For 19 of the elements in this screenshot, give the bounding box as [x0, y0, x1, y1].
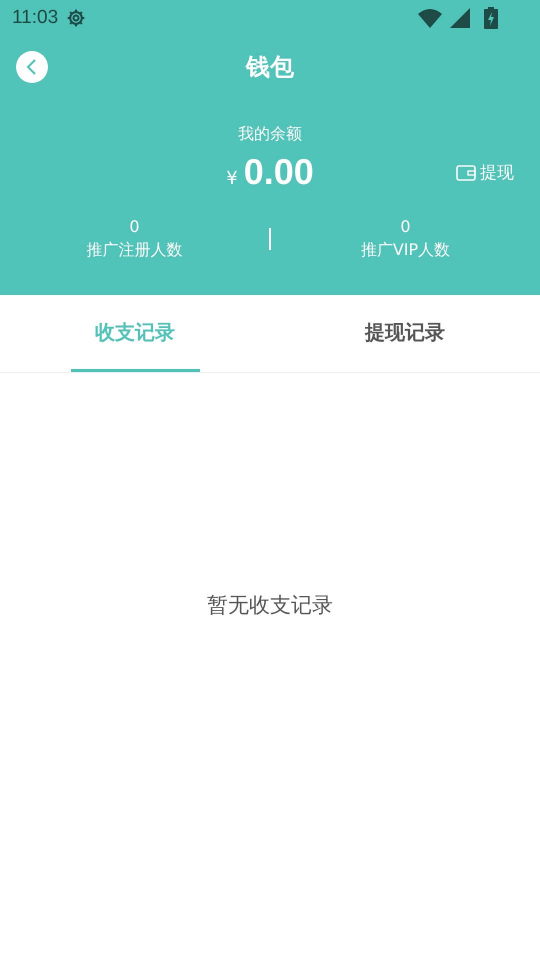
battery-icon — [484, 7, 498, 29]
currency-symbol: ¥ — [226, 168, 238, 188]
status-time: 11:03 — [12, 7, 58, 29]
signal-icon — [450, 8, 470, 28]
empty-message: 暂无收支记录 — [206, 592, 334, 619]
settings-icon — [66, 8, 86, 28]
stat-value: 0 — [400, 217, 411, 236]
page-title: 钱包 — [246, 52, 294, 83]
stat-label: 推广注册人数 — [86, 240, 182, 261]
tab[interactable]: 收支记录 — [70, 295, 200, 372]
balance-label: 我的余额 — [238, 124, 302, 145]
back-button[interactable] — [16, 51, 48, 83]
balance-amount: 0.00 — [244, 151, 314, 193]
tab[interactable]: 提现记录 — [340, 295, 470, 372]
wifi-icon — [418, 8, 442, 28]
withdraw-button[interactable]: 提现 — [456, 161, 514, 184]
stat-value: 0 — [129, 217, 140, 236]
wallet-icon — [456, 164, 476, 180]
stat-label: 推广VIP人数 — [360, 240, 450, 261]
